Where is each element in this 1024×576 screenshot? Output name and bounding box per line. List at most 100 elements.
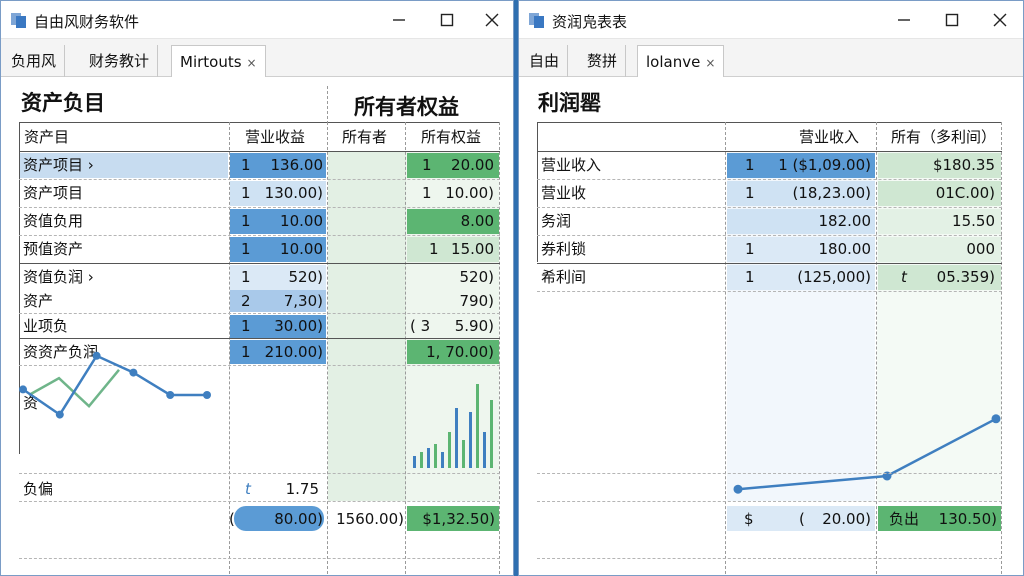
- trend-line-chart: [19, 351, 211, 419]
- bar: [441, 452, 444, 468]
- divider: [327, 86, 328, 124]
- minimize-icon: [393, 19, 405, 21]
- table-bottom: [537, 558, 1002, 559]
- col-divider: [876, 122, 877, 574]
- window-title: 资润凫表表: [552, 13, 628, 31]
- bar: [455, 408, 458, 468]
- row-label: 资值负润 ›: [23, 268, 94, 286]
- table-top-border: [19, 122, 500, 123]
- row-value: 180.00: [818, 240, 872, 258]
- total-value: 1560.00): [336, 510, 404, 528]
- balance-sheet-content: 资产负目 所有者权益 资产目 营业收益 所有者 所有权益 资产项目 › 1 13…: [1, 78, 513, 575]
- row-label: 务润: [541, 212, 572, 230]
- ratio-label: 负偏: [23, 480, 54, 498]
- bar: [490, 400, 493, 468]
- series-profit-line: [737, 417, 997, 491]
- row-index: 1: [241, 184, 251, 202]
- row-value: 520): [288, 268, 323, 286]
- minimize-icon: [898, 19, 910, 21]
- series-a-point: [19, 385, 27, 394]
- row-value: 7,30): [283, 292, 323, 310]
- table-bottom: [19, 558, 500, 559]
- table-top-border: [537, 122, 1002, 123]
- tab-0[interactable]: 自由: [521, 45, 569, 77]
- bar: [434, 444, 437, 468]
- row-label: 业项负: [23, 317, 69, 335]
- minimize-button[interactable]: [889, 8, 919, 32]
- tab-bar: 负用风 财务教计 Mirtouts ×: [1, 39, 513, 77]
- col-divider: [405, 122, 406, 574]
- row-index: 1: [241, 212, 251, 230]
- bar: [483, 432, 486, 468]
- row-value: 000: [966, 240, 995, 258]
- row-divider: [19, 501, 500, 502]
- ratio-value: 1.75: [285, 480, 319, 498]
- series-a-point: [55, 410, 64, 419]
- row-divider: [537, 291, 1002, 292]
- total-value: 20.00): [822, 510, 871, 528]
- maximize-icon: [440, 13, 454, 27]
- row-value: 10.00: [280, 240, 323, 258]
- row-value: 1 ($1,09.00): [778, 156, 871, 174]
- row-value: 15.00: [451, 240, 494, 258]
- row-value: 210.00): [264, 343, 323, 361]
- row-label: 营业收入: [541, 156, 602, 174]
- series-profit-point: [733, 484, 743, 494]
- row-value: 136.00: [270, 156, 324, 174]
- total-paren: (: [229, 510, 235, 528]
- close-icon: [485, 13, 499, 27]
- maximize-button[interactable]: [937, 8, 967, 32]
- bar: [476, 384, 479, 468]
- row-value: 1, 70.00): [426, 343, 494, 361]
- row-label: 资产: [23, 292, 54, 310]
- row-value: 10.00: [280, 212, 323, 230]
- header-col2: 所有（多利间）: [891, 128, 997, 146]
- tab-1[interactable]: 赘拼: [579, 45, 627, 77]
- header-col1: 营业收入: [799, 128, 860, 146]
- app-icon: [529, 13, 544, 28]
- col-divider: [499, 122, 500, 574]
- equity-bar-chart: [413, 384, 493, 468]
- row-value: 520): [459, 268, 494, 286]
- row-value: (125,000): [797, 268, 871, 286]
- tab-2[interactable]: Mirtouts ×: [171, 45, 266, 77]
- row-index: 1: [241, 268, 251, 286]
- tab-2[interactable]: lolanve ×: [637, 45, 725, 77]
- row-index: 1: [241, 343, 251, 361]
- row-label: 资产项目: [23, 184, 84, 202]
- tab-0[interactable]: 负用风: [3, 45, 66, 77]
- tab-close-icon[interactable]: ×: [705, 56, 715, 70]
- maximize-button[interactable]: [432, 8, 462, 32]
- row-label: 资值负用: [23, 212, 84, 230]
- tab-close-icon[interactable]: ×: [247, 56, 257, 70]
- tab-1[interactable]: 财务教计: [81, 45, 159, 77]
- row-value: 182.00: [818, 212, 872, 230]
- title-bar: 资润凫表表: [519, 1, 1023, 39]
- header-col3: 所有权益: [421, 128, 482, 146]
- table-left-border: [537, 122, 538, 262]
- row-value: 8.00: [460, 212, 494, 230]
- row-label: 希利间: [541, 268, 587, 286]
- series-a-point: [166, 391, 175, 399]
- series-a-point: [203, 391, 211, 399]
- row-value: 01C.00): [935, 184, 995, 202]
- bar: [462, 440, 465, 468]
- app-icon: [11, 13, 26, 28]
- bar: [420, 452, 423, 468]
- close-button[interactable]: [477, 8, 507, 32]
- bar: [469, 412, 472, 468]
- col-divider: [1001, 122, 1002, 574]
- tab-label: 财务教计: [89, 52, 150, 70]
- minimize-button[interactable]: [384, 8, 414, 32]
- series-profit-point: [991, 414, 1001, 424]
- window-title: 自由风财务软件: [34, 13, 140, 31]
- series-a-point: [92, 351, 101, 360]
- row-label: 预值资产: [23, 240, 84, 258]
- bar: [448, 432, 451, 468]
- tab-bar: 自由 赘拼 lolanve ×: [519, 39, 1023, 77]
- total-value: $1,32.50): [422, 510, 495, 528]
- row-value: 05.359): [936, 268, 995, 286]
- close-icon: [993, 13, 1007, 27]
- close-button[interactable]: [985, 8, 1015, 32]
- row-index: 2: [241, 292, 251, 310]
